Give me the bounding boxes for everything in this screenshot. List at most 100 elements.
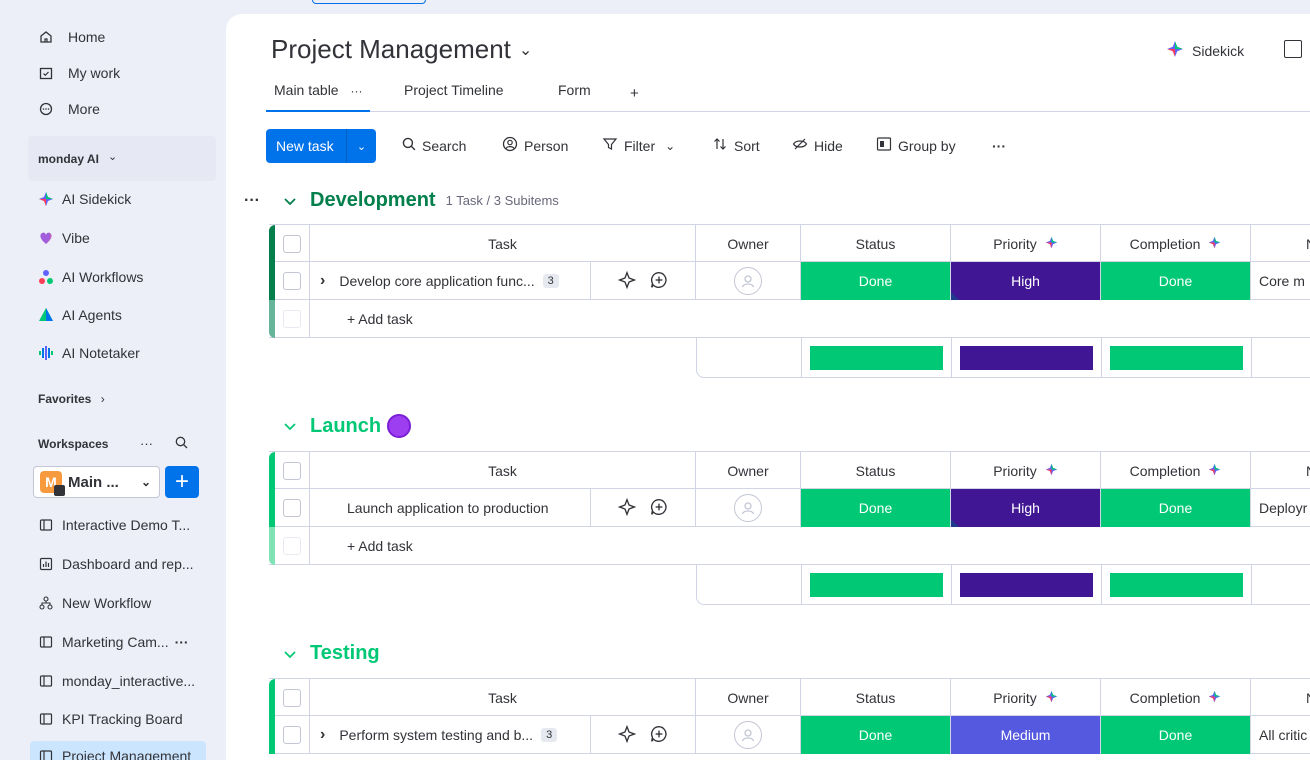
group-by-button[interactable]: Group by xyxy=(876,129,956,163)
completion-cell[interactable]: Done xyxy=(1101,489,1251,527)
sidebar-item-ai-agents[interactable]: AI Agents xyxy=(38,300,122,330)
add-workspace-item-button[interactable]: + xyxy=(165,466,199,498)
task-name-cell[interactable]: › Develop core application func... 3 xyxy=(310,262,590,300)
add-task-row[interactable]: + Add task xyxy=(269,300,1310,338)
workspace-selector[interactable]: M Main ... ⌄ xyxy=(33,466,160,498)
tab-more-icon[interactable]: ··· xyxy=(350,84,362,98)
select-all-checkbox[interactable] xyxy=(283,689,301,707)
ai-assist-icon[interactable] xyxy=(617,497,637,519)
status-cell[interactable]: Done xyxy=(801,262,951,300)
notes-cell[interactable]: Core m xyxy=(1251,262,1310,300)
row-checkbox[interactable] xyxy=(283,499,301,517)
status-summary-bar[interactable] xyxy=(810,346,943,370)
sidekick-button[interactable]: Sidekick xyxy=(1166,40,1244,61)
column-header-notes[interactable]: N xyxy=(1251,225,1310,263)
workspaces-more-icon[interactable]: ··· xyxy=(140,436,153,451)
sidebar-item-ai-notetaker[interactable]: AI Notetaker xyxy=(38,338,140,368)
tab-project-timeline[interactable]: Project Timeline xyxy=(396,82,512,112)
column-header-notes[interactable]: N xyxy=(1251,452,1310,490)
select-all-checkbox[interactable] xyxy=(283,462,301,480)
sidebar-board-kpi[interactable]: KPI Tracking Board xyxy=(38,704,183,734)
completion-cell[interactable]: Done xyxy=(1101,716,1251,754)
board-panel-icon[interactable] xyxy=(1284,40,1302,58)
notes-cell[interactable]: All critic xyxy=(1251,716,1310,754)
sidebar-board-marketing[interactable]: Marketing Cam... ··· xyxy=(38,627,189,657)
column-header-completion[interactable]: Completion xyxy=(1101,225,1251,263)
sidebar-item-more[interactable]: More xyxy=(38,94,100,124)
select-all-checkbox[interactable] xyxy=(283,235,301,253)
priority-summary-bar[interactable] xyxy=(960,573,1093,597)
add-view-button[interactable]: + xyxy=(622,85,647,115)
status-summary-bar[interactable] xyxy=(810,573,943,597)
chevron-down-icon[interactable]: ⌄ xyxy=(665,139,675,153)
column-header-task[interactable]: Task xyxy=(310,452,696,490)
table-row[interactable]: › Develop core application func... 3 Don… xyxy=(269,262,1310,300)
priority-cell[interactable]: High xyxy=(951,489,1101,527)
board-more-icon[interactable]: ··· xyxy=(175,634,189,650)
add-update-icon[interactable] xyxy=(650,498,668,519)
column-header-completion[interactable]: Completion xyxy=(1101,679,1251,717)
column-header-owner[interactable]: Owner xyxy=(696,452,801,490)
column-header-notes[interactable]: N xyxy=(1251,679,1310,717)
column-header-owner[interactable]: Owner xyxy=(696,679,801,717)
add-task-input[interactable]: + Add task xyxy=(310,300,710,338)
priority-cell[interactable]: Medium xyxy=(951,716,1101,754)
expand-subitems-icon[interactable]: › xyxy=(320,272,325,290)
column-header-status[interactable]: Status xyxy=(801,452,951,490)
owner-cell[interactable] xyxy=(696,716,801,754)
priority-summary-bar[interactable] xyxy=(960,346,1093,370)
sidebar-board-project-management[interactable]: Project Management xyxy=(38,741,191,760)
add-update-icon[interactable] xyxy=(650,725,668,746)
owner-cell[interactable] xyxy=(696,262,801,300)
sidebar-board-monday-interactive[interactable]: monday_interactive... xyxy=(38,666,195,696)
ai-assist-icon[interactable] xyxy=(617,724,637,746)
completion-summary-bar[interactable] xyxy=(1110,346,1243,370)
table-row[interactable]: Launch application to production Done Hi… xyxy=(269,489,1310,527)
hide-button[interactable]: Hide xyxy=(792,129,843,163)
owner-cell[interactable] xyxy=(696,489,801,527)
notes-cell[interactable]: Deployr xyxy=(1251,489,1310,527)
sidebar-board-dashboard[interactable]: Dashboard and rep... xyxy=(38,549,194,579)
sort-button[interactable]: Sort xyxy=(712,129,760,163)
sidebar-item-ai-sidekick[interactable]: AI Sidekick xyxy=(38,184,131,214)
sidebar-item-ai-workflows[interactable]: AI Workflows xyxy=(38,262,143,292)
favorites-header[interactable]: Favorites › xyxy=(38,392,105,406)
priority-cell[interactable]: High xyxy=(951,262,1101,300)
group-header-development[interactable]: Development 1 Task / 3 Subitems xyxy=(284,189,559,212)
row-checkbox[interactable] xyxy=(283,272,301,290)
ai-assist-icon[interactable] xyxy=(617,270,637,292)
add-update-icon[interactable] xyxy=(650,271,668,292)
filter-button[interactable]: Filter ⌄ xyxy=(602,129,675,163)
search-button[interactable]: Search xyxy=(402,129,466,163)
column-header-priority[interactable]: Priority xyxy=(951,452,1101,490)
group-more-icon[interactable]: ··· xyxy=(244,192,260,210)
group-color-dot[interactable] xyxy=(387,414,412,438)
group-header-testing[interactable]: Testing xyxy=(284,642,380,665)
person-filter-button[interactable]: Person xyxy=(502,129,568,163)
task-name-cell[interactable]: Launch application to production xyxy=(310,489,590,527)
add-task-input[interactable]: + Add task xyxy=(310,527,710,565)
status-cell[interactable]: Done xyxy=(801,716,951,754)
add-task-row[interactable]: + Add task xyxy=(269,527,1310,565)
column-header-priority[interactable]: Priority xyxy=(951,225,1101,263)
more-options-button[interactable]: ··· xyxy=(992,129,1006,163)
chevron-down-icon[interactable]: ⌄ xyxy=(347,140,376,153)
column-header-status[interactable]: Status xyxy=(801,225,951,263)
search-icon[interactable] xyxy=(175,436,188,454)
sidebar-item-vibe[interactable]: Vibe xyxy=(38,223,90,253)
column-header-task[interactable]: Task xyxy=(310,225,696,263)
column-header-owner[interactable]: Owner xyxy=(696,225,801,263)
sidebar-board-new-workflow[interactable]: New Workflow xyxy=(38,588,151,618)
status-cell[interactable]: Done xyxy=(801,489,951,527)
subitems-count-badge[interactable]: 3 xyxy=(541,728,558,742)
completion-cell[interactable]: Done xyxy=(1101,262,1251,300)
column-header-completion[interactable]: Completion xyxy=(1101,452,1251,490)
task-name-cell[interactable]: › Perform system testing and b... 3 xyxy=(310,716,590,754)
board-title[interactable]: Project Management ⌄ xyxy=(271,34,532,65)
ai-section-header[interactable]: monday AI ⌄ xyxy=(28,136,216,181)
column-header-priority[interactable]: Priority xyxy=(951,679,1101,717)
subitems-count-badge[interactable]: 3 xyxy=(542,274,559,288)
table-row[interactable]: › Perform system testing and b... 3 Done… xyxy=(269,716,1310,754)
row-checkbox[interactable] xyxy=(283,726,301,744)
column-header-status[interactable]: Status xyxy=(801,679,951,717)
